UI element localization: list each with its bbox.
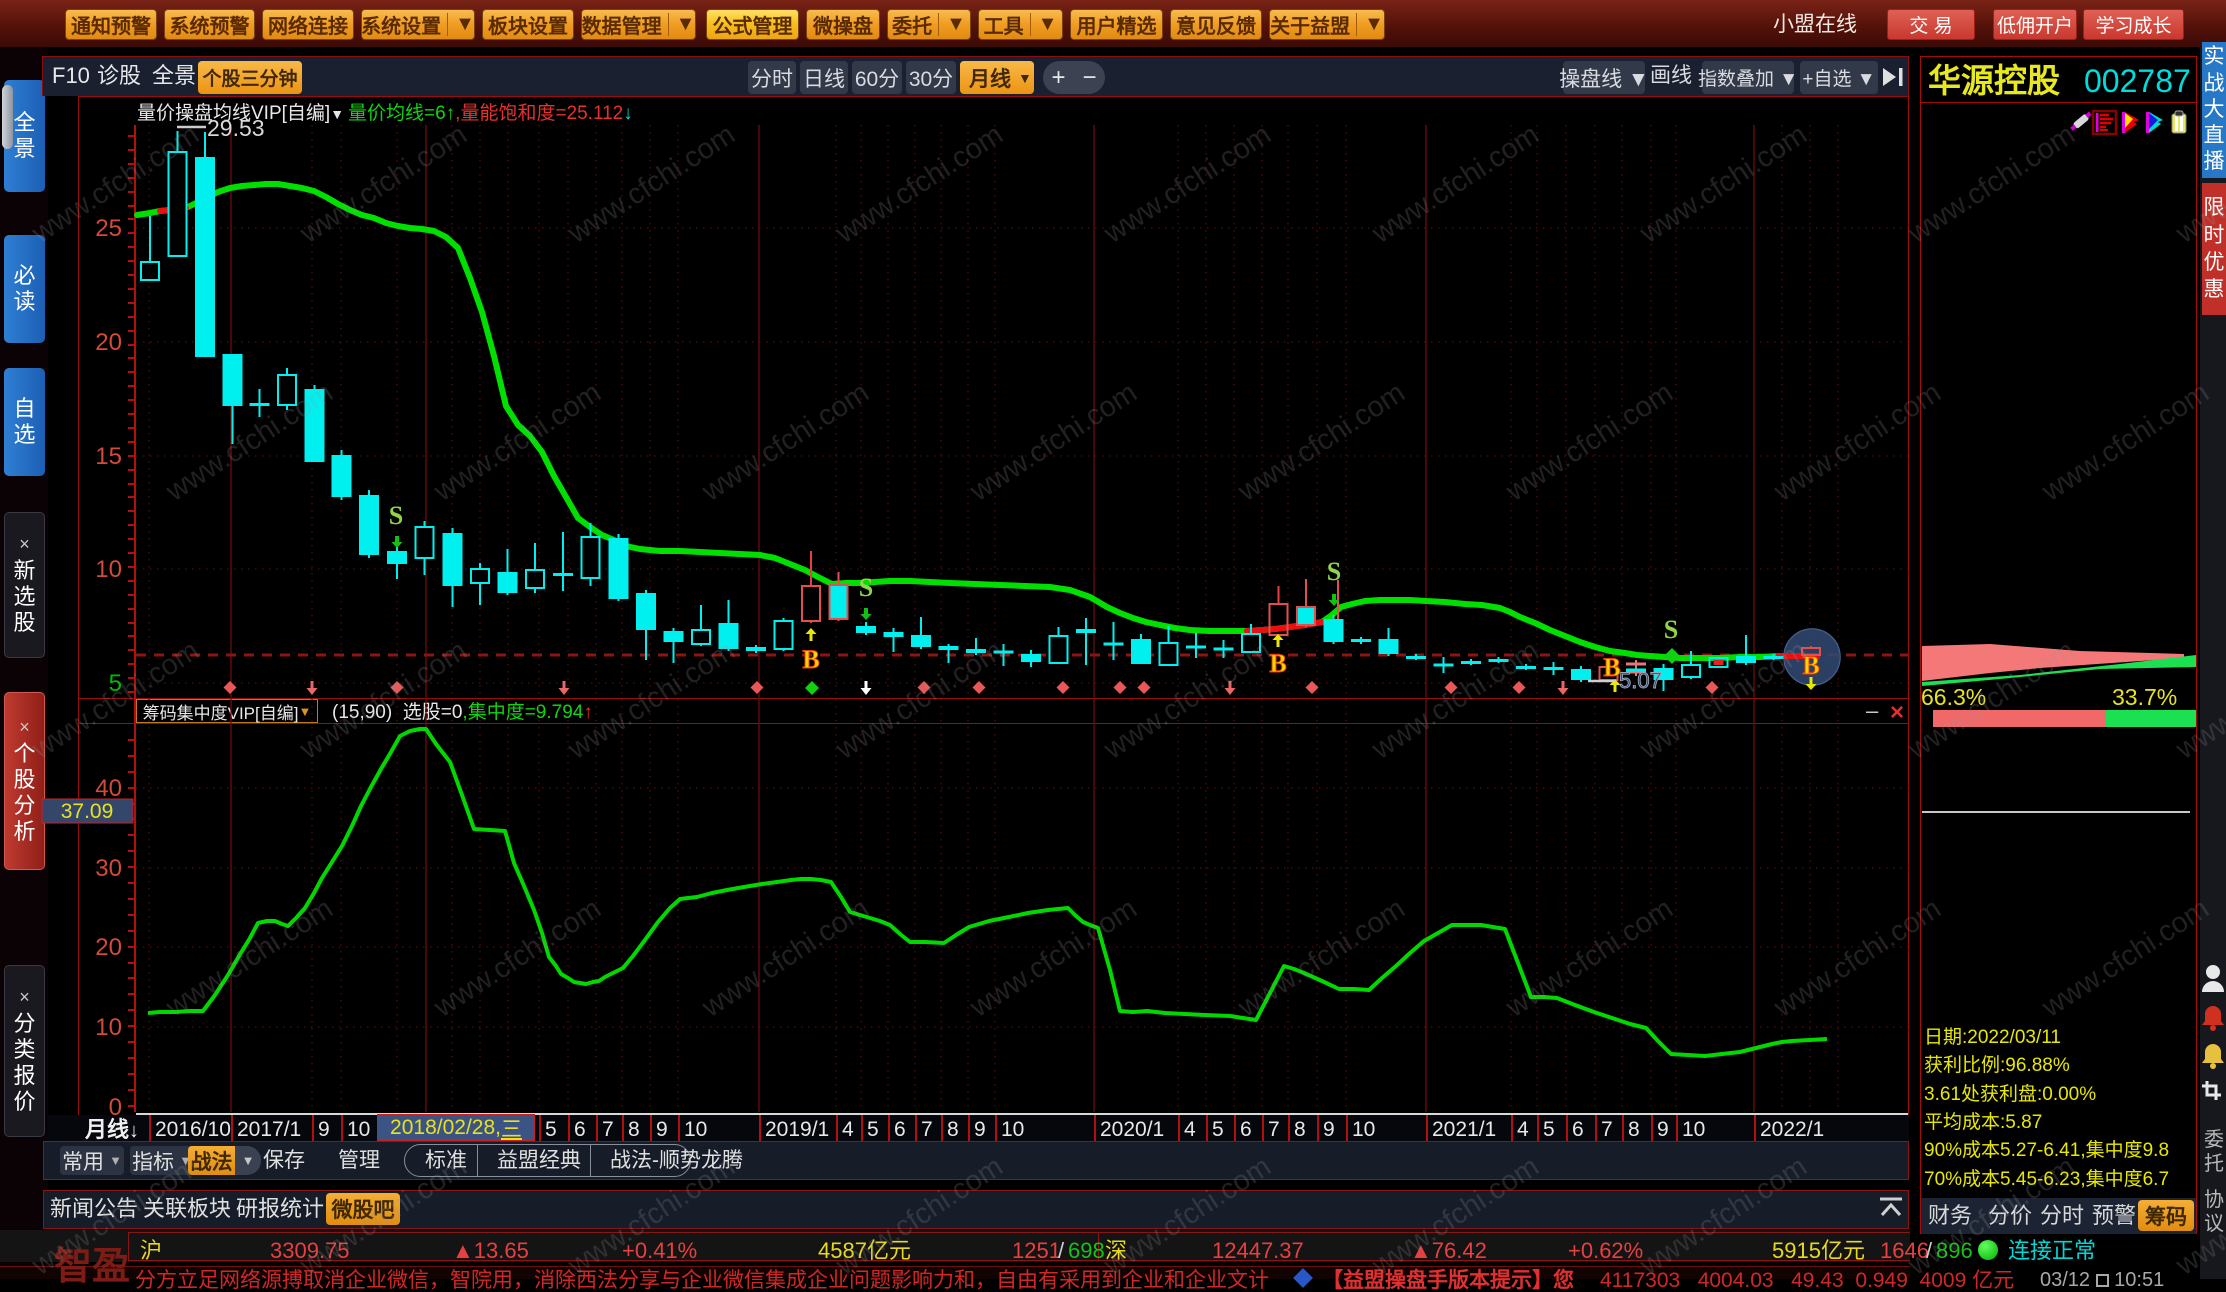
svg-text:0: 0 bbox=[109, 1094, 122, 1121]
svg-text:29.53: 29.53 bbox=[207, 115, 265, 141]
svg-text:10: 10 bbox=[95, 1014, 122, 1041]
svg-text:20: 20 bbox=[95, 934, 122, 961]
svg-text:S: S bbox=[389, 501, 403, 530]
svg-text:37.09: 37.09 bbox=[61, 800, 114, 823]
svg-text:S: S bbox=[1327, 557, 1341, 586]
svg-text:25: 25 bbox=[95, 215, 122, 242]
svg-text:30: 30 bbox=[95, 855, 122, 882]
svg-text:20: 20 bbox=[95, 329, 122, 356]
svg-text:15: 15 bbox=[95, 443, 122, 470]
svg-text:40: 40 bbox=[95, 775, 122, 802]
svg-text:S: S bbox=[859, 573, 873, 602]
svg-text:10: 10 bbox=[95, 556, 122, 583]
svg-text:S: S bbox=[1664, 615, 1678, 644]
svg-text:5.07: 5.07 bbox=[1619, 668, 1662, 693]
svg-text:B: B bbox=[802, 645, 819, 674]
